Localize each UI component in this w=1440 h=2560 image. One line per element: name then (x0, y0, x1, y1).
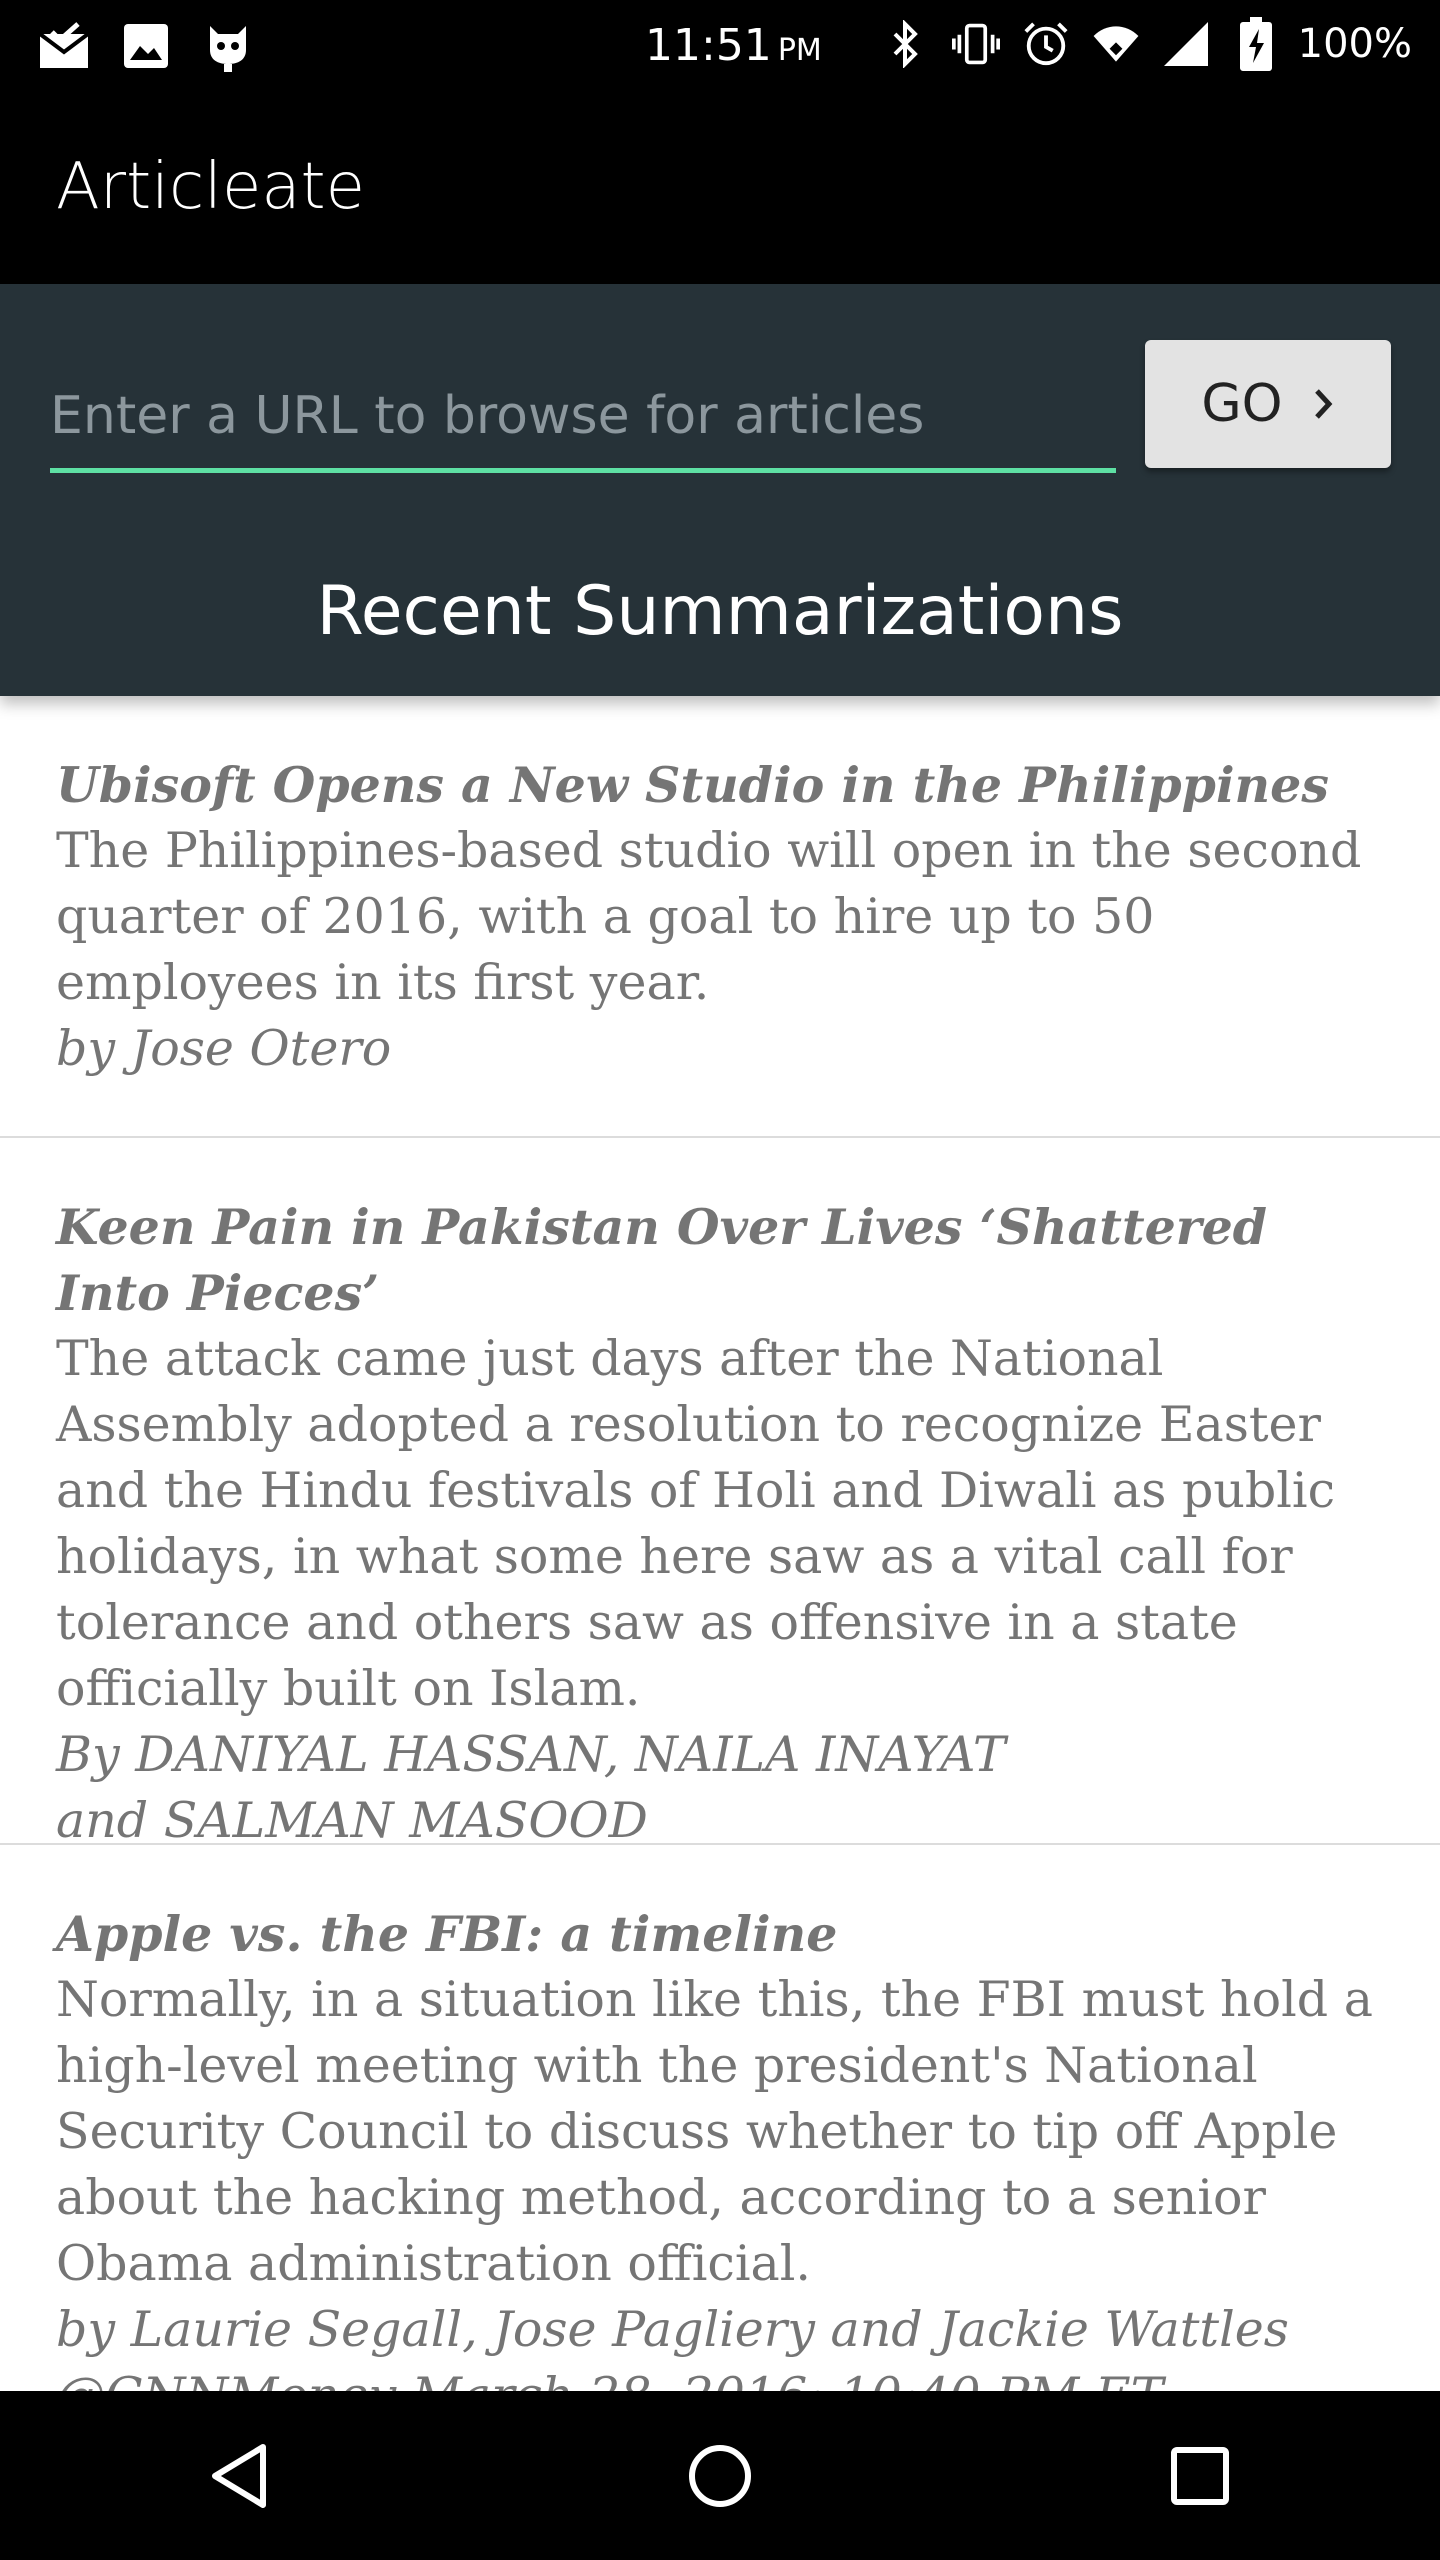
search-panel: GO Recent Summarizations (0, 284, 1440, 696)
article-author: by Jose Otero (56, 1020, 392, 1077)
cyanogen-icon (200, 18, 256, 74)
article-item[interactable]: Keen Pain in Pakistan Over Lives ‘Shatte… (0, 1138, 1440, 1849)
alarm-icon (1022, 16, 1070, 72)
signal-icon (1162, 16, 1210, 72)
chevron-right-icon (1313, 374, 1335, 434)
article-list[interactable]: Ubisoft Opens a New Studio in the Philip… (0, 696, 1440, 2391)
article-author-line-1: By DANIYAL HASSAN, NAILA INAYAT (56, 1726, 1006, 1783)
article-author-line-1: by Laurie Segall, Jose Pagliery and Jack… (56, 2301, 1289, 2358)
article-summary: The Philippines-based studio will open i… (56, 822, 1362, 1011)
battery-percentage: 100% (1297, 21, 1412, 67)
status-clock: 11:51 PM (645, 20, 822, 71)
vibrate-icon (951, 16, 1000, 72)
article-item[interactable]: Ubisoft Opens a New Studio in the Philip… (0, 696, 1440, 1138)
app-bar: Articleate (0, 90, 1440, 284)
navigation-bar (0, 2391, 1440, 2560)
bluetooth-icon (882, 16, 930, 72)
url-input[interactable] (50, 364, 1116, 473)
section-title: Recent Summarizations (316, 572, 1124, 651)
article-title: Keen Pain in Pakistan Over Lives ‘Shatte… (56, 1198, 1268, 1322)
article-title: Apple vs. the FBI: a timeline (56, 1905, 838, 1963)
wifi-icon (1092, 16, 1140, 72)
status-ampm: PM (777, 33, 822, 68)
go-button-label: GO (1201, 374, 1283, 434)
image-icon (118, 18, 174, 74)
status-bar: 11:51 PM 100% (0, 0, 1440, 90)
article-summary: The attack came just days after the Nati… (56, 1330, 1336, 1717)
go-button[interactable]: GO (1145, 340, 1391, 468)
battery-charging-icon (1232, 16, 1280, 72)
home-icon[interactable] (660, 2416, 780, 2536)
recents-icon[interactable] (1140, 2416, 1260, 2536)
article-title: Ubisoft Opens a New Studio in the Philip… (56, 756, 1329, 814)
article-item[interactable]: Apple vs. the FBI: a timeline Normally, … (0, 1845, 1440, 2391)
back-icon[interactable] (180, 2416, 300, 2536)
app-title: Articleate (56, 150, 365, 224)
article-author-line-2: @CNNMoney March 28, 2016: 10:40 PM ET (56, 2363, 1384, 2391)
article-summary: Normally, in a situation like this, the … (56, 1971, 1373, 2292)
mail-icon (36, 18, 92, 74)
status-time: 11:51 (645, 20, 772, 71)
